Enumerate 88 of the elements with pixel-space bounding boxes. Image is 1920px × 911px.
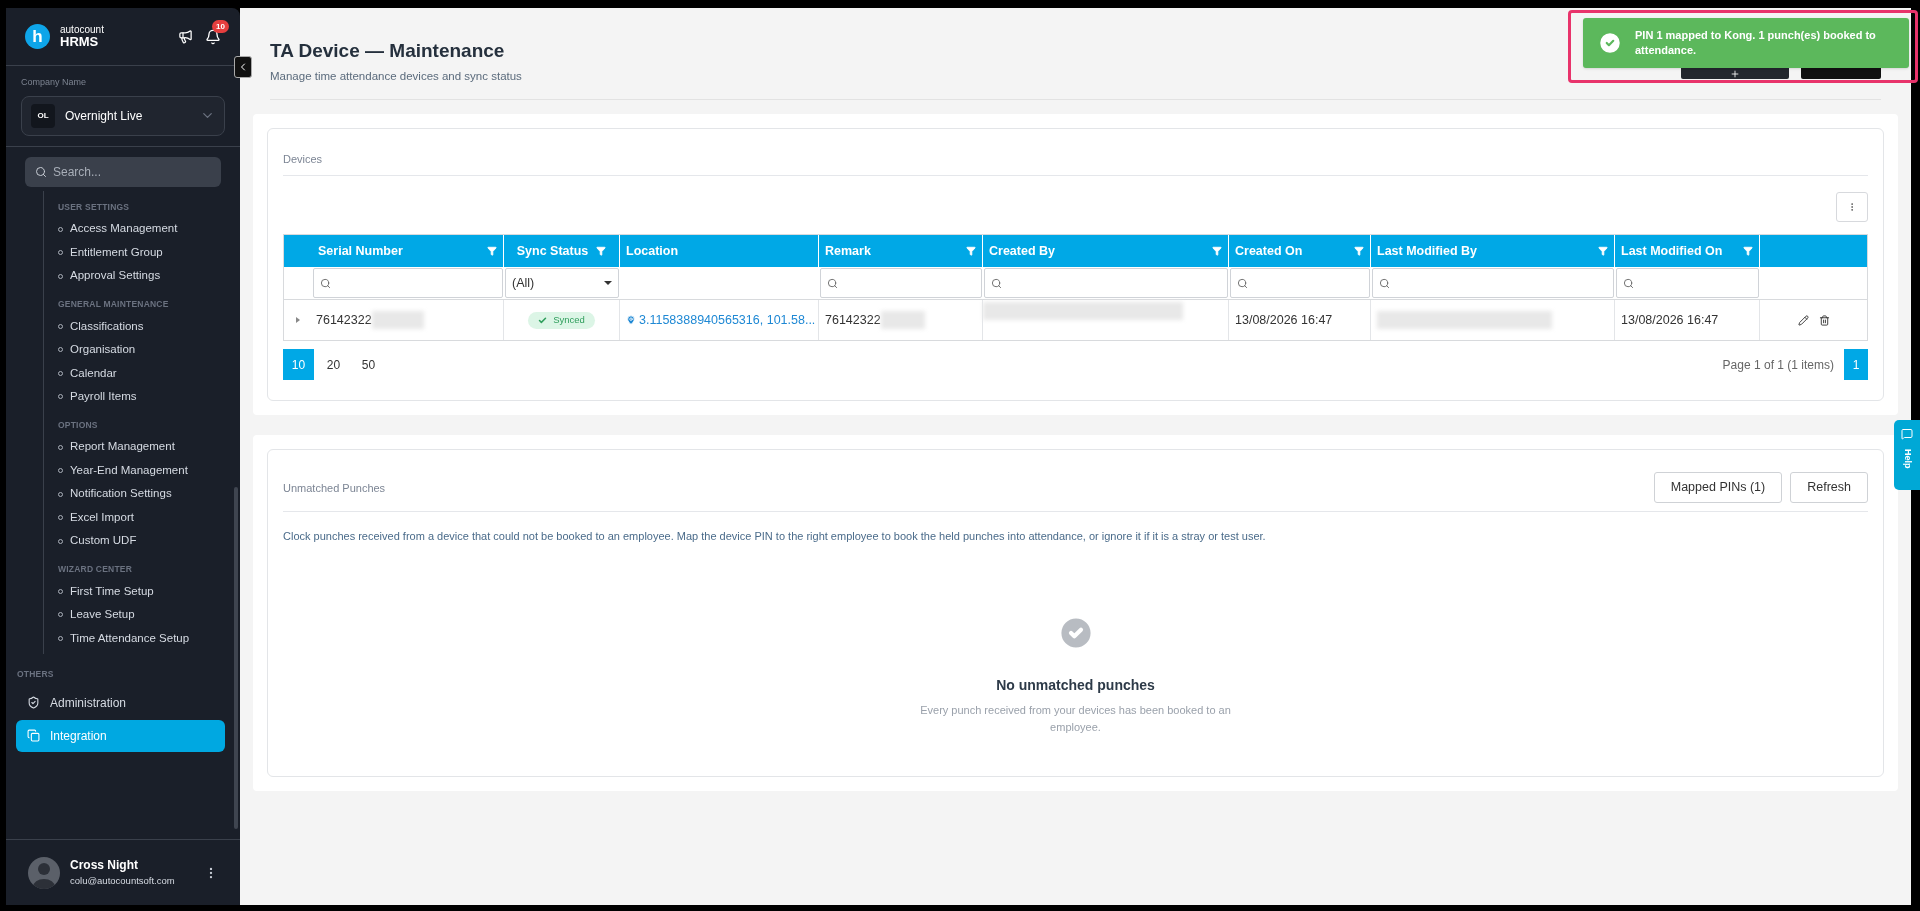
filter-field[interactable] [1372, 268, 1614, 299]
description-text: Clock punches received from a device that could not be booked to an employee. Map the device PIN to the right employee to book the held punches into attendance, or ignore it if it is a stray or test user. [283, 529, 1267, 545]
check-circle-icon [1597, 30, 1623, 56]
expand-caret-icon[interactable] [296, 317, 300, 324]
megaphone-icon[interactable] [178, 29, 193, 44]
nav-item[interactable]: Approval Settings [58, 264, 234, 288]
card-title: Unmatched Punches [283, 480, 387, 496]
filter-field[interactable] [984, 268, 1228, 299]
toolbar-button[interactable]: Refresh [1790, 472, 1868, 504]
table-cell-text: 76142322 [825, 311, 881, 329]
nav-item[interactable]: Time Attendance Setup [58, 626, 234, 650]
filter-icon[interactable] [1212, 246, 1222, 257]
nav-item[interactable]: Notification Settings [58, 482, 234, 506]
more-button[interactable] [1836, 192, 1868, 223]
bell-icon[interactable] [205, 28, 221, 45]
company-name: Overnight Live [65, 107, 144, 125]
toolbar-button[interactable]: Mapped PINs (1) [1653, 472, 1783, 504]
filter-icon[interactable] [487, 246, 497, 257]
notification-badge: 10 [212, 19, 229, 33]
nav-item[interactable]: Administration [16, 686, 225, 719]
search-icon [991, 277, 1002, 289]
collapse-sidebar-button[interactable] [234, 56, 252, 78]
edit-icon[interactable] [1797, 314, 1809, 326]
filter-icon[interactable] [1354, 246, 1364, 257]
section-heading: GENERAL MAINTENANCE [58, 297, 170, 311]
table-cell-text: 76142322 [316, 311, 372, 329]
empty-title: No unmatched punches [996, 675, 1155, 695]
nav-item[interactable]: Calendar [58, 361, 234, 385]
filter-select[interactable]: (All) [505, 268, 619, 299]
location-link[interactable]: 3.1158388940565316, 101.58... [626, 310, 816, 330]
nav-item[interactable]: Report Management [58, 435, 234, 459]
map-pin-icon [626, 315, 636, 326]
company-select[interactable]: OL Overnight Live [21, 95, 225, 136]
page-size-option[interactable]: 50 [353, 349, 384, 381]
page-title: TA Device — Maintenance [270, 39, 505, 63]
table-cell-text: 13/08/2026 16:47 [1235, 311, 1333, 329]
empty-text: Every punch received from your devices has been booked to an employee. [919, 702, 1232, 735]
copy-icon [27, 729, 40, 743]
search-icon [1237, 277, 1248, 289]
filter-icon[interactable] [596, 246, 607, 257]
search-icon [320, 277, 331, 289]
section-heading: USER SETTINGS [58, 200, 131, 214]
user-name: Cross Night [70, 857, 139, 875]
company-initials: OL [31, 103, 55, 128]
filter-icon[interactable] [1743, 246, 1753, 257]
nav-item[interactable]: First Time Setup [58, 579, 234, 603]
dropdown-caret-icon [604, 281, 612, 286]
search-icon [1379, 277, 1390, 289]
nav-item[interactable]: Classifications [58, 314, 234, 338]
section-heading: OPTIONS [58, 418, 99, 432]
nav-item[interactable]: Access Management [58, 217, 234, 241]
plus-icon [1730, 69, 1740, 79]
chat-icon [1901, 428, 1913, 440]
brand-product: HRMS [60, 35, 100, 48]
company-label: Company Name [21, 76, 88, 89]
page-size-option[interactable]: 20 [318, 349, 349, 381]
status-badge: Synced [528, 311, 595, 329]
section-heading: WIZARD CENTER [58, 562, 134, 576]
card-title: Devices [283, 128, 1868, 177]
search-icon [35, 165, 47, 178]
filter-field[interactable] [1230, 268, 1370, 299]
filter-icon[interactable] [966, 246, 976, 257]
nav-item[interactable]: Year-End Management [58, 458, 234, 483]
filter-field[interactable] [820, 268, 982, 299]
nav-item[interactable]: Payroll Items [58, 385, 234, 409]
filter-icon[interactable] [1598, 246, 1608, 257]
page-info: Page 1 of 1 (1 items) [1722, 356, 1834, 374]
nav-item[interactable]: Organisation [58, 338, 234, 362]
avatar-icon [28, 856, 60, 889]
page-subtitle: Manage time attendance devices and sync status [270, 68, 522, 84]
search-icon [1623, 277, 1634, 289]
search-field[interactable]: Search... [25, 156, 221, 187]
toast-message: PIN 1 mapped to Kong. 1 punch(es) booked to attendance. [1635, 28, 1877, 58]
filter-field[interactable] [1616, 268, 1759, 299]
nav-item[interactable]: Custom UDF [58, 529, 234, 553]
nav-item[interactable]: Leave Setup [58, 603, 234, 627]
logo-badge: h [25, 24, 50, 49]
section-heading: OTHERS [17, 668, 55, 681]
delete-icon[interactable] [1818, 314, 1830, 326]
shield-icon [27, 696, 40, 710]
user-email: colu@autocountsoft.com [70, 874, 176, 889]
nav-item[interactable]: Entitlement Group [58, 240, 234, 265]
search-icon [827, 277, 838, 289]
scrollbar[interactable] [234, 486, 238, 829]
brand-name: autocount [60, 25, 104, 35]
table-cell-text: 13/08/2026 16:47 [1621, 311, 1719, 329]
filter-field[interactable] [313, 268, 503, 299]
nav-item[interactable]: Excel Import [58, 505, 234, 530]
